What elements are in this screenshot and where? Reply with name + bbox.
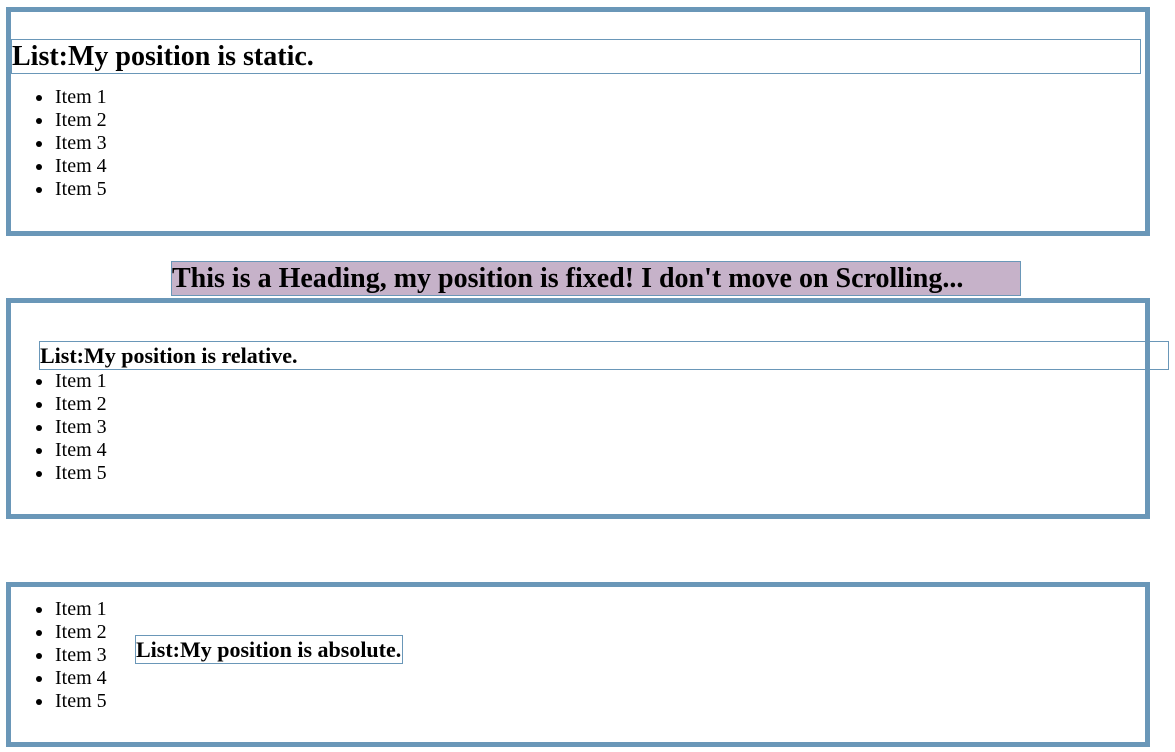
bullet-icon bbox=[36, 164, 42, 170]
list-item-label: Item 3 bbox=[55, 416, 107, 438]
bullet-icon bbox=[36, 402, 42, 408]
list-item-label: Item 5 bbox=[55, 178, 107, 200]
list-item-label: Item 4 bbox=[55, 667, 107, 689]
static-list-container: List:My position is static. bbox=[6, 7, 1150, 236]
absolute-list-container: List:My position is absolute. bbox=[6, 582, 1150, 747]
bullet-icon bbox=[36, 118, 42, 124]
list-item-label: Item 1 bbox=[55, 598, 107, 620]
relative-list-container: List:My position is relative. bbox=[6, 298, 1169, 519]
bullet-icon bbox=[36, 653, 42, 659]
bullet-icon bbox=[36, 699, 42, 705]
list-item: Item 5 bbox=[25, 178, 107, 201]
absolute-list: Item 1 Item 2 Item 3 Item 4 Item 5 bbox=[25, 598, 107, 713]
list-item-label: Item 2 bbox=[55, 393, 107, 415]
list-item: Item 4 bbox=[25, 155, 107, 178]
bullet-icon bbox=[36, 141, 42, 147]
relative-list-heading: List:My position is relative. bbox=[39, 341, 1169, 370]
list-item-label: Item 3 bbox=[55, 132, 107, 154]
list-item: Item 1 bbox=[25, 598, 107, 621]
bullet-icon bbox=[36, 607, 42, 613]
bullet-icon bbox=[36, 187, 42, 193]
absolute-list-heading: List:My position is absolute. bbox=[135, 635, 404, 664]
list-item: Item 2 bbox=[25, 393, 107, 416]
list-item-label: Item 2 bbox=[55, 621, 107, 643]
list-item-label: Item 5 bbox=[55, 690, 107, 712]
list-item: Item 2 bbox=[25, 621, 107, 644]
list-item-label: Item 3 bbox=[55, 644, 107, 666]
bullet-icon bbox=[36, 448, 42, 454]
list-item: Item 3 bbox=[25, 644, 107, 667]
fixed-heading: This is a Heading, my position is fixed!… bbox=[171, 261, 1021, 296]
static-list-heading: List:My position is static. bbox=[11, 39, 1141, 74]
list-item-label: Item 4 bbox=[55, 155, 107, 177]
bullet-icon bbox=[36, 95, 42, 101]
list-item: Item 5 bbox=[25, 462, 107, 485]
list-item: Item 4 bbox=[25, 439, 107, 462]
list-item: Item 1 bbox=[25, 370, 107, 393]
list-item: Item 4 bbox=[25, 667, 107, 690]
list-item-label: Item 4 bbox=[55, 439, 107, 461]
list-item: Item 3 bbox=[25, 132, 107, 155]
list-item-label: Item 5 bbox=[55, 462, 107, 484]
bullet-icon bbox=[36, 471, 42, 477]
bullet-icon bbox=[36, 425, 42, 431]
list-item-label: Item 1 bbox=[55, 370, 107, 392]
list-item: Item 5 bbox=[25, 690, 107, 713]
list-item-label: Item 2 bbox=[55, 109, 107, 131]
list-item: Item 1 bbox=[25, 86, 107, 109]
list-item: Item 2 bbox=[25, 109, 107, 132]
relative-list: Item 1 Item 2 Item 3 Item 4 Item 5 bbox=[25, 370, 107, 485]
bullet-icon bbox=[36, 379, 42, 385]
bullet-icon bbox=[36, 676, 42, 682]
list-item-label: Item 1 bbox=[55, 86, 107, 108]
bullet-icon bbox=[36, 630, 42, 636]
list-item: Item 3 bbox=[25, 416, 107, 439]
static-list: Item 1 Item 2 Item 3 Item 4 Item 5 bbox=[25, 86, 107, 201]
